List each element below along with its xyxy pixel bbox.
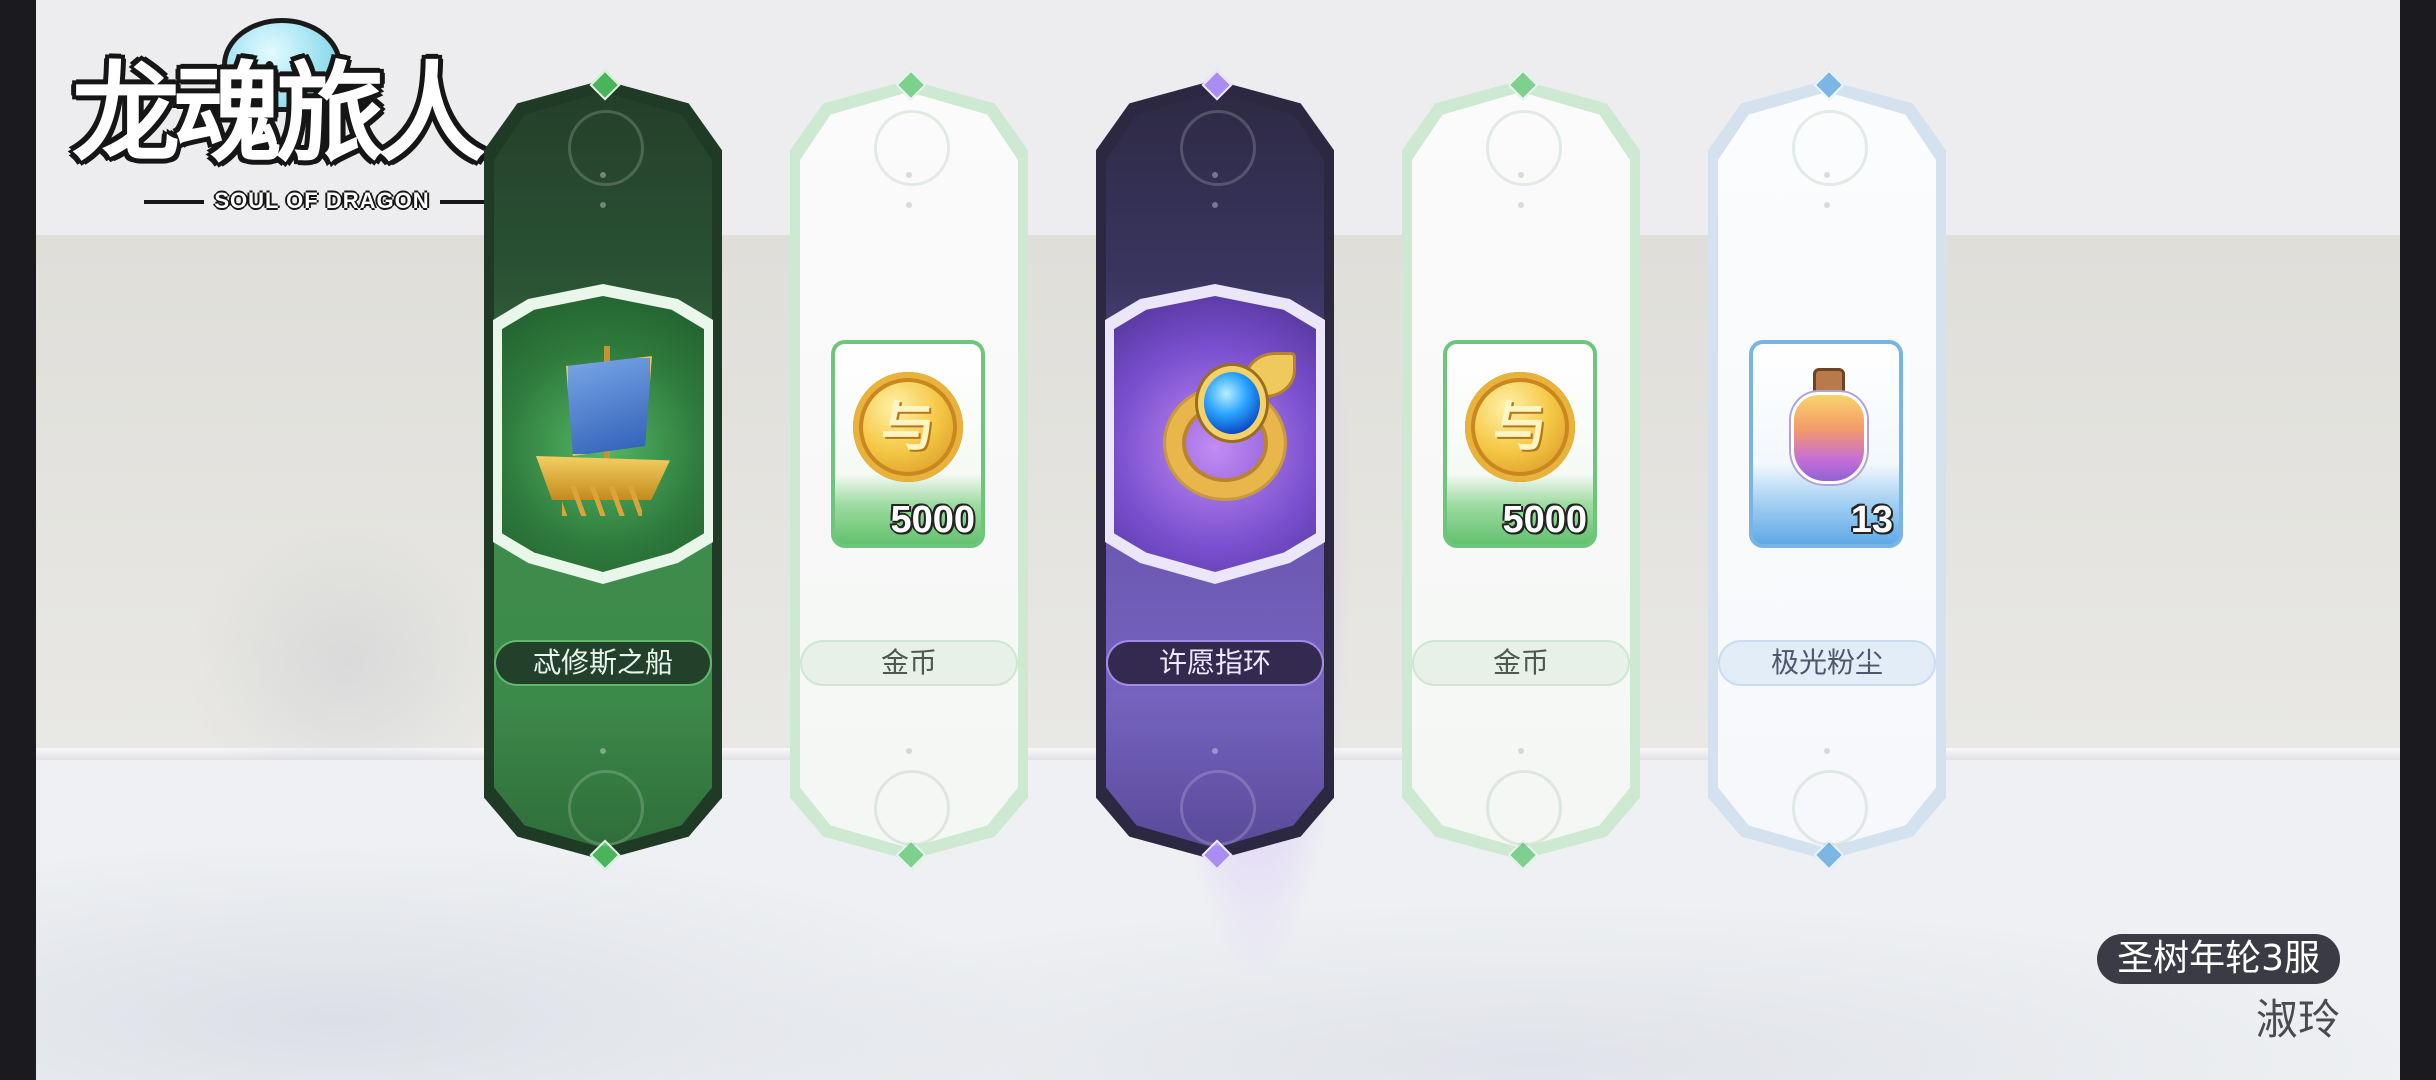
aurora-dust-potion-icon [1791,368,1867,484]
card-ornament [568,770,644,846]
logo-title: 龙魂旅人 [72,52,486,177]
item-slot-inner [1114,296,1316,572]
item-slot: 与 5000 [1443,340,1597,548]
card-dot [600,172,606,178]
card-ornament [1180,770,1256,846]
player-name: 淑玲 [2255,995,2340,1044]
gold-coin-icon: 与 [1465,372,1575,482]
card-dot [906,202,912,208]
card-ornament [1486,110,1562,186]
ship-icon [532,346,674,526]
card-dot [600,202,606,208]
card-ornament [874,110,950,186]
item-name-label: 忒修斯之船 [496,642,710,684]
item-slot [493,284,713,584]
card-ornament [1792,110,1868,186]
game-screen: 龙魂旅人 SOUL OF DRAGON 忒修斯之船 与 5000 金币 许愿指环… [36,0,2400,1080]
card-ornament [1180,110,1256,186]
reward-card[interactable]: 与 5000 金币 [790,69,1028,871]
background-silhouette [186,520,506,760]
card-dot [906,748,912,754]
item-slot-inner [502,296,704,572]
item-slot: 13 [1749,340,1903,548]
wish-ring-icon [1152,352,1298,502]
server-name-badge: 圣树年轮3服 [2097,934,2340,984]
item-name-label: 金币 [802,642,1016,684]
item-count: 5000 [1502,499,1587,541]
item-count: 5000 [890,499,975,541]
item-slot: 与 5000 [831,340,985,548]
item-slot [1105,284,1325,584]
card-dot [1212,202,1218,208]
card-dot [906,172,912,178]
reward-card[interactable]: 与 5000 金币 [1402,69,1640,871]
card-dot [1824,172,1830,178]
reward-card[interactable]: 许愿指环 [1096,69,1334,871]
reward-card[interactable]: 13 极光粉尘 [1708,69,1946,871]
card-dot [600,748,606,754]
item-count: 13 [1850,499,1893,541]
card-dot [1824,202,1830,208]
card-dot [1212,172,1218,178]
card-dot [1518,202,1524,208]
item-name-label: 许愿指环 [1108,642,1322,684]
game-logo: 龙魂旅人 SOUL OF DRAGON [72,8,552,213]
item-name-label: 极光粉尘 [1720,642,1934,684]
card-ornament [1486,770,1562,846]
gold-coin-icon: 与 [853,372,963,482]
item-name-label: 金币 [1414,642,1628,684]
card-dot [1518,172,1524,178]
logo-subtitle: SOUL OF DRAGON [132,188,512,214]
reward-card[interactable]: 忒修斯之船 [484,69,722,871]
card-dot [1824,748,1830,754]
card-ornament [874,770,950,846]
card-dot [1212,748,1218,754]
card-ornament [568,110,644,186]
card-ornament [1792,770,1868,846]
card-dot [1518,748,1524,754]
